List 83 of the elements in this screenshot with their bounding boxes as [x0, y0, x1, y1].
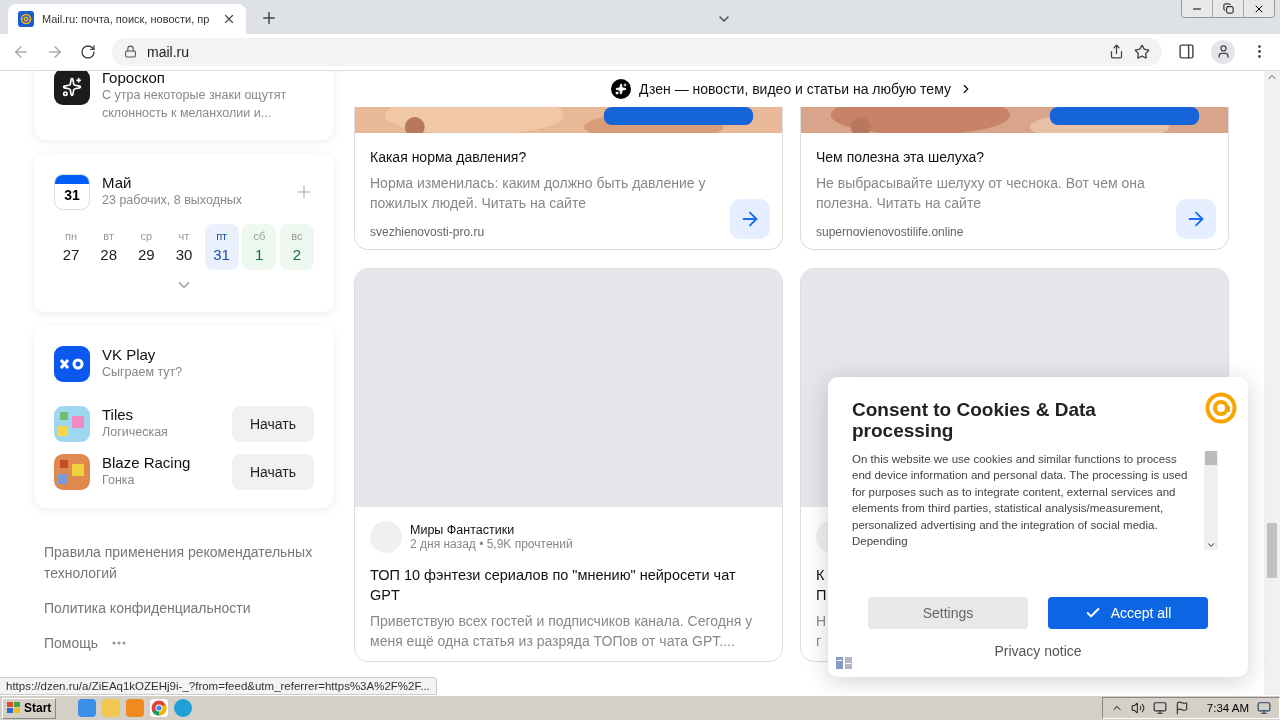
- status-url: https://dzen.ru/a/ZiEAq1kOZEHj9i-_?from=feed&utm_referrer=https%3A%2F%2F...: [0, 677, 437, 696]
- calendar-day[interactable]: вт 28: [91, 223, 126, 270]
- arrow-right-button[interactable]: [730, 198, 770, 239]
- dialog-title: Consent to Cookies & Data processing: [852, 398, 1097, 441]
- arrow-right-button[interactable]: [1176, 198, 1216, 239]
- game-name: Tiles: [102, 406, 135, 424]
- calendar-day[interactable]: чт 30: [166, 223, 201, 270]
- lock-icon: [124, 45, 137, 59]
- url-text: mail.ru: [147, 43, 190, 60]
- game-icon: [54, 453, 90, 490]
- start-button[interactable]: Начать: [232, 405, 314, 442]
- start-button[interactable]: Start: [2, 697, 57, 719]
- vk-play-logo-icon: [54, 345, 90, 382]
- dzen-link[interactable]: Дзен — новости, видео и статьи на любую тему: [639, 80, 951, 97]
- footer-link[interactable]: Правила применения рекомендательных технологий: [44, 541, 324, 584]
- ad-text: Не выбрасывайте шелуху от чеснока. Вот чем она полезна. Читать на сайте: [816, 173, 1146, 213]
- browser-tab[interactable]: Mail.ru: почта, поиск, новости, пр: [8, 3, 246, 34]
- game-name: Blaze Racing: [102, 454, 192, 472]
- at-sign-icon: [18, 10, 34, 27]
- ad-card[interactable]: Чем полезна эта шелуха? Не выбрасывайте шелуху от чеснока. Вот чем она полезна. Читать на сайте supernovienovostilife.online: [800, 106, 1229, 250]
- calendar-day[interactable]: вс 2: [279, 223, 314, 270]
- accept-button[interactable]: Accept all: [1048, 596, 1208, 629]
- clock-time: 7:34 AM: [1206, 702, 1249, 714]
- article-text: г: [816, 631, 822, 651]
- channel-name: Миры Фантастики: [410, 522, 515, 537]
- month-title: Май: [102, 173, 133, 191]
- games-title: VK Play: [102, 345, 157, 363]
- article-title: П: [816, 585, 827, 605]
- windows-logo-icon: [7, 702, 21, 714]
- article-title: К: [816, 565, 825, 585]
- footer-link[interactable]: Помощь: [44, 632, 99, 654]
- restore-icon[interactable]: [1212, 0, 1243, 17]
- privacy-link[interactable]: Privacy notice: [994, 642, 1082, 659]
- article-text: Н: [816, 611, 827, 631]
- game-genre: Логическая: [102, 424, 169, 442]
- dzen-logo-icon: [611, 78, 632, 99]
- ad-title: Какая норма давления?: [370, 147, 528, 167]
- more-icon[interactable]: [112, 641, 127, 646]
- minimize-icon[interactable]: [1182, 0, 1212, 17]
- side-panel-icon[interactable]: [1178, 43, 1195, 61]
- scrollbar-thumb[interactable]: [1205, 450, 1217, 465]
- chrome-icon[interactable]: [150, 699, 169, 717]
- horoscope-card[interactable]: Гороскоп С утра некоторые знаки ощутят склонность к меланхолии и...: [34, 70, 334, 140]
- dialog-text: On this website we use cookies and similar functions to process end device information and personal data. The processing is used for purposes such as to integrate content, external services and elements from third parties, statistical analysis/measurement, personalized advertising and the integration of social media. Depending: [852, 451, 1189, 550]
- games-subtitle: Сыграем тут?: [102, 363, 184, 381]
- calendar-icon: 31: [54, 173, 90, 210]
- tab-title: Mail.ru: почта, поиск, новости, пр: [42, 12, 210, 25]
- ad-text: Норма изменилась: каким должно быть давление у пожилых людей. Читать на сайте: [370, 173, 707, 213]
- scrollbar-thumb[interactable]: [1267, 522, 1277, 578]
- game-icon: [54, 405, 90, 442]
- horoscope-title: Гороскоп: [102, 70, 166, 86]
- reload-icon[interactable]: [80, 43, 96, 60]
- month-summary: 23 рабочих, 8 выходных: [102, 191, 244, 209]
- share-icon[interactable]: [1109, 44, 1124, 60]
- footer-link[interactable]: Политика конфиденциальности: [44, 597, 324, 619]
- calendar-day[interactable]: пн 27: [54, 223, 88, 270]
- browser-icon[interactable]: [78, 699, 97, 717]
- close-icon[interactable]: [1243, 0, 1274, 17]
- article-title: ТОП 10 фэнтези сериалов по "мнению" нейросети чат GPT: [370, 565, 737, 605]
- volume-icon[interactable]: [1130, 701, 1145, 715]
- settings-button[interactable]: Settings: [868, 596, 1028, 629]
- star-icon[interactable]: [1134, 43, 1150, 60]
- article-meta: 2 дня назад • 5,9K прочтений: [410, 536, 574, 551]
- scrollbar[interactable]: [1204, 450, 1218, 550]
- desktop-icon[interactable]: [1257, 701, 1271, 715]
- address-bar[interactable]: mail.ru: [112, 37, 1162, 66]
- start-button[interactable]: Начать: [232, 453, 314, 490]
- ad-domain: svezhienovosti-pro.ru: [370, 224, 486, 239]
- ad-title: Чем полезна эта шелуха?: [816, 147, 986, 167]
- ad-card[interactable]: Какая норма давления? Норма изменилась: каким должно быть давление у пожилых людей. Читать на сайте svezhienovosti-pro.ru: [354, 106, 783, 250]
- game-genre: Гонка: [102, 472, 136, 490]
- network-icon[interactable]: [1152, 701, 1167, 715]
- article-text: Приветствую всех гостей и подписчиков канала. Сегодня у меня ещё одна статья из разряда ТОПов от чата GPT....: [370, 611, 754, 651]
- scrollbar[interactable]: [1264, 70, 1280, 696]
- calendar-day[interactable]: ср 29: [129, 223, 164, 270]
- ad-domain: supernovienovostilife.online: [816, 224, 965, 239]
- language-icon[interactable]: [836, 656, 852, 669]
- profile-icon[interactable]: [1211, 39, 1235, 64]
- flag-icon[interactable]: [1174, 701, 1189, 715]
- article-card[interactable]: [354, 267, 783, 662]
- calendar-day[interactable]: пт 31: [204, 223, 239, 270]
- horoscope-text: С утра некоторые знаки ощутят склонность к меланхолии и...: [102, 86, 288, 122]
- calendar-day[interactable]: сб 1: [242, 223, 277, 270]
